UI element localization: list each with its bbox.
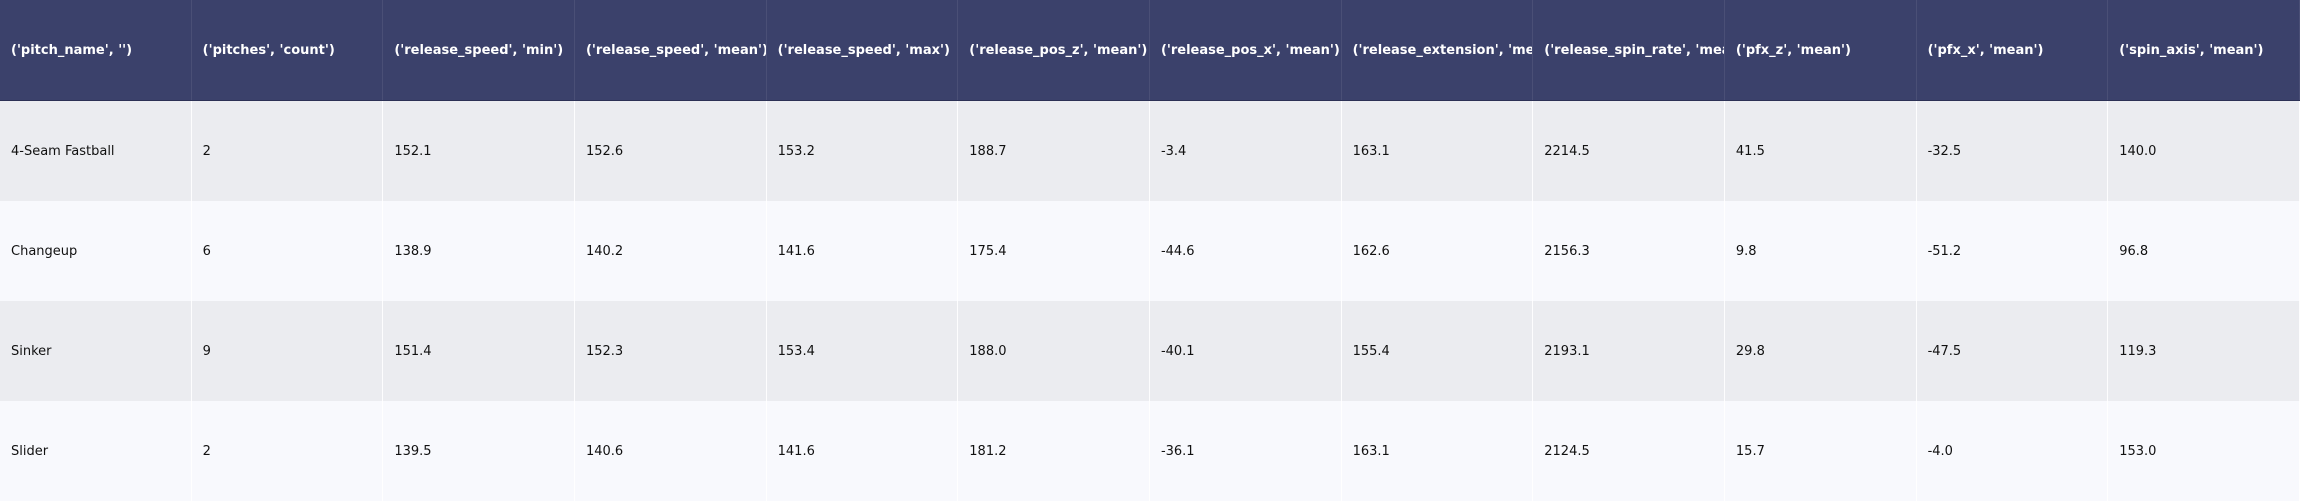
table-cell: 2156.3 bbox=[1533, 201, 1725, 301]
table-cell: -3.4 bbox=[1150, 101, 1342, 201]
table-cell: 119.3 bbox=[2108, 301, 2300, 401]
table-cell: 181.2 bbox=[958, 401, 1150, 501]
table-cell: 153.4 bbox=[767, 301, 959, 401]
table-cell: 188.0 bbox=[958, 301, 1150, 401]
table-cell: 152.6 bbox=[575, 101, 767, 201]
column-header: ('release_speed', 'mean') bbox=[575, 0, 767, 100]
table-cell: -32.5 bbox=[1917, 101, 2109, 201]
table-row: Changeup 6 138.9 140.2 141.6 175.4 -44.6… bbox=[0, 201, 2300, 301]
table-cell: 153.2 bbox=[767, 101, 959, 201]
table-row: Slider 2 139.5 140.6 141.6 181.2 -36.1 1… bbox=[0, 401, 2300, 501]
table-cell: 138.9 bbox=[383, 201, 575, 301]
table-cell: Sinker bbox=[0, 301, 192, 401]
table-cell: 29.8 bbox=[1725, 301, 1917, 401]
column-header: ('spin_axis', 'mean') bbox=[2108, 0, 2300, 100]
table-cell: -4.0 bbox=[1917, 401, 2109, 501]
table-cell: 151.4 bbox=[383, 301, 575, 401]
table-cell: 9.8 bbox=[1725, 201, 1917, 301]
table-cell: -47.5 bbox=[1917, 301, 2109, 401]
table-cell: 162.6 bbox=[1342, 201, 1534, 301]
table-cell: 41.5 bbox=[1725, 101, 1917, 201]
table-cell: Changeup bbox=[0, 201, 192, 301]
column-header: ('pitch_name', '') bbox=[0, 0, 192, 100]
table-cell: 163.1 bbox=[1342, 101, 1534, 201]
table-cell: 140.2 bbox=[575, 201, 767, 301]
column-header: ('pfx_z', 'mean') bbox=[1725, 0, 1917, 100]
table-cell: 9 bbox=[192, 301, 384, 401]
table-row: Sinker 9 151.4 152.3 153.4 188.0 -40.1 1… bbox=[0, 301, 2300, 401]
column-header: ('pitches', 'count') bbox=[192, 0, 384, 100]
table-cell: 2193.1 bbox=[1533, 301, 1725, 401]
table-cell: -44.6 bbox=[1150, 201, 1342, 301]
table-cell: 6 bbox=[192, 201, 384, 301]
table-cell: -36.1 bbox=[1150, 401, 1342, 501]
table-cell: 140.0 bbox=[2108, 101, 2300, 201]
table-header-row: ('pitch_name', '') ('pitches', 'count') … bbox=[0, 0, 2300, 101]
column-header: ('release_pos_x', 'mean') bbox=[1150, 0, 1342, 100]
table-cell: 152.1 bbox=[383, 101, 575, 201]
table-cell: 2 bbox=[192, 401, 384, 501]
column-header: ('release_spin_rate', 'mean') bbox=[1533, 0, 1725, 100]
table-cell: 153.0 bbox=[2108, 401, 2300, 501]
table-cell: 141.6 bbox=[767, 201, 959, 301]
table-cell: 2214.5 bbox=[1533, 101, 1725, 201]
column-header: ('release_extension', 'mean') bbox=[1342, 0, 1534, 100]
column-header: ('release_pos_z', 'mean') bbox=[958, 0, 1150, 100]
table-cell: -51.2 bbox=[1917, 201, 2109, 301]
data-table: ('pitch_name', '') ('pitches', 'count') … bbox=[0, 0, 2300, 501]
table-cell: 139.5 bbox=[383, 401, 575, 501]
table-cell: 152.3 bbox=[575, 301, 767, 401]
table-cell: -40.1 bbox=[1150, 301, 1342, 401]
column-header: ('pfx_x', 'mean') bbox=[1917, 0, 2109, 100]
column-header: ('release_speed', 'min') bbox=[383, 0, 575, 100]
table-cell: 163.1 bbox=[1342, 401, 1534, 501]
table-cell: 175.4 bbox=[958, 201, 1150, 301]
table-cell: 4-Seam Fastball bbox=[0, 101, 192, 201]
table-cell: 141.6 bbox=[767, 401, 959, 501]
table-cell: 188.7 bbox=[958, 101, 1150, 201]
table-cell: 155.4 bbox=[1342, 301, 1534, 401]
table-cell: 140.6 bbox=[575, 401, 767, 501]
table-cell: 2124.5 bbox=[1533, 401, 1725, 501]
table-cell: Slider bbox=[0, 401, 192, 501]
column-header: ('release_speed', 'max') bbox=[767, 0, 959, 100]
table-cell: 96.8 bbox=[2108, 201, 2300, 301]
table-cell: 2 bbox=[192, 101, 384, 201]
table-cell: 15.7 bbox=[1725, 401, 1917, 501]
table-row: 4-Seam Fastball 2 152.1 152.6 153.2 188.… bbox=[0, 101, 2300, 201]
